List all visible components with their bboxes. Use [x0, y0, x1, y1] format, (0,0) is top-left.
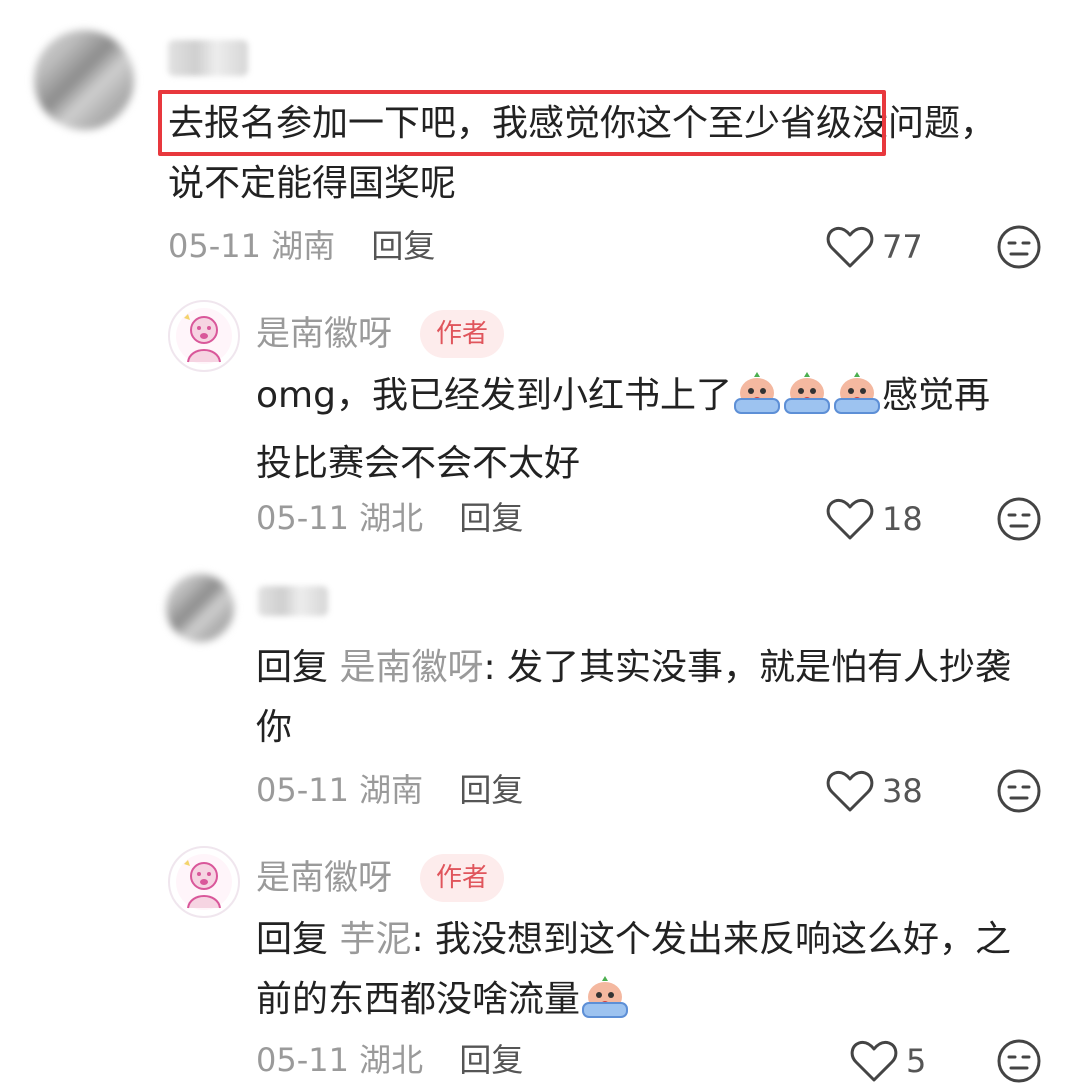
comment-location: 湖南 [359, 771, 424, 809]
heart-outline-icon [850, 1040, 898, 1082]
comment-date: 05-11 [256, 771, 349, 809]
neutral-face-icon[interactable] [996, 224, 1042, 270]
neutral-face-icon[interactable] [996, 768, 1042, 814]
reply-button[interactable]: 回复 [371, 227, 435, 265]
comment-meta: 05-11 湖北 回复 [256, 1040, 523, 1080]
author-avatar[interactable] [168, 846, 240, 918]
crying-sticker-emoji [732, 371, 782, 434]
author-name[interactable]: 是南徽呀 [256, 858, 392, 898]
crying-sticker-emoji [580, 975, 630, 1038]
like-button[interactable]: 5 [850, 1036, 926, 1086]
like-button[interactable]: 18 [826, 494, 923, 544]
author-badge: 作者 [420, 854, 505, 902]
author-avatar-image [176, 854, 232, 910]
like-button[interactable]: 38 [826, 766, 923, 816]
like-button[interactable]: 77 [826, 222, 923, 272]
comment-location: 湖北 [359, 499, 424, 537]
comment-location: 湖北 [359, 1041, 424, 1079]
comment-meta: 05-11 湖南 回复 [168, 226, 435, 266]
author-avatar-image [176, 308, 232, 364]
crying-sticker-emoji [782, 371, 832, 434]
reply-to-name[interactable]: 芋泥 [339, 919, 411, 960]
reply-button[interactable]: 回复 [459, 771, 523, 809]
comment-location: 湖南 [271, 227, 336, 265]
author-avatar[interactable] [168, 300, 240, 372]
comment-text: omg，我已经发到小红书上了 感觉再 投比赛会不会不太好 [256, 366, 990, 494]
reply-to-name[interactable]: 是南徽呀 [339, 647, 483, 688]
neutral-face-icon[interactable] [996, 496, 1042, 542]
comment-meta: 05-11 湖北 回复 [256, 498, 523, 538]
commenter-avatar[interactable] [34, 30, 134, 130]
author-badge: 作者 [420, 310, 505, 358]
comment-date: 05-11 [168, 227, 261, 265]
heart-outline-icon [826, 498, 874, 540]
like-count: 5 [906, 1042, 927, 1080]
comment-meta: 05-11 湖南 回复 [256, 770, 523, 810]
comment-text: 回复 芋泥: 我没想到这个发出来反响这么好，之 前的东西都没啥流量 [256, 910, 1011, 1038]
commenter-name-blurred[interactable] [168, 40, 248, 76]
crying-sticker-emoji [832, 371, 882, 434]
like-count: 77 [882, 228, 923, 266]
comment-text: 去报名参加一下吧，我感觉你这个至少省级没问题， 说不定能得国奖呢 [168, 103, 997, 204]
comment-date: 05-11 [256, 499, 349, 537]
commenter-name-blurred[interactable] [258, 586, 328, 616]
like-count: 18 [882, 500, 923, 538]
reply-prefix: 回复 [256, 647, 329, 688]
reply-prefix: 回复 [256, 919, 329, 960]
like-count: 38 [882, 772, 923, 810]
neutral-face-icon[interactable] [996, 1038, 1042, 1084]
author-name[interactable]: 是南徽呀 [256, 314, 392, 354]
heart-outline-icon [826, 226, 874, 268]
reply-button[interactable]: 回复 [459, 499, 523, 537]
reply-button[interactable]: 回复 [459, 1041, 523, 1079]
commenter-avatar[interactable] [166, 574, 234, 642]
heart-outline-icon [826, 770, 874, 812]
comment-date: 05-11 [256, 1041, 349, 1079]
comment-text: 回复 是南徽呀: 发了其实没事，就是怕有人抄袭 你 [256, 647, 1012, 748]
